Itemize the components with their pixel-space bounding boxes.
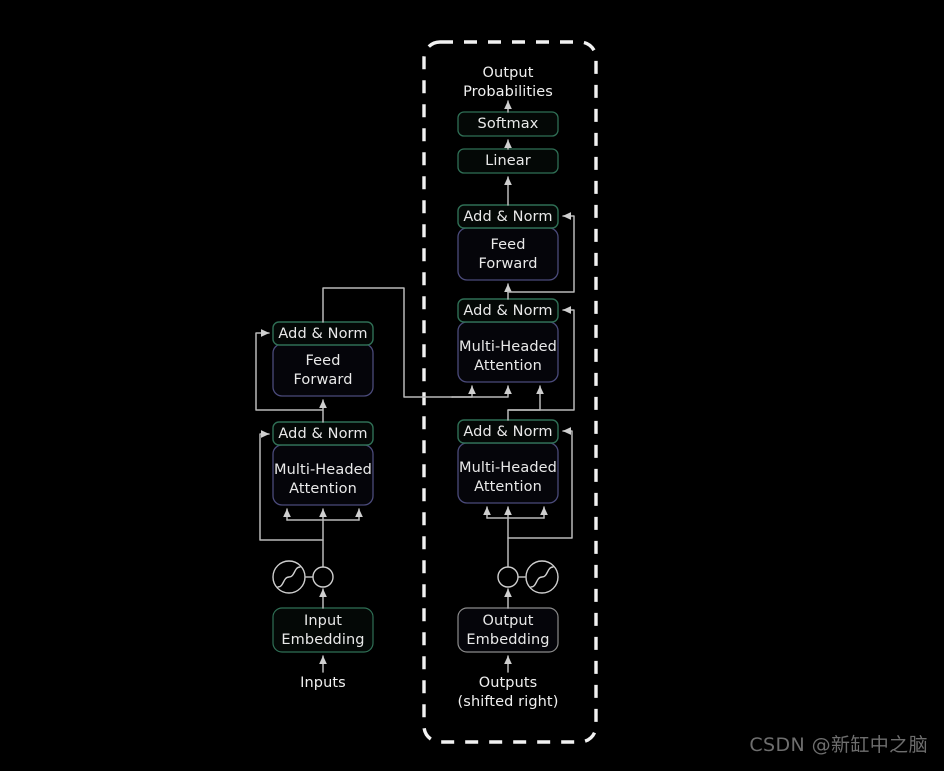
block-dec-add-norm-1 [457, 419, 559, 444]
block-dec-add-norm-2 [457, 298, 559, 323]
positional-encoding-decoder [497, 560, 559, 594]
block-dec-embedding [457, 607, 559, 653]
transformer-architecture-svg [255, 40, 598, 744]
positional-encoding-decoder-sine-wave [530, 566, 554, 588]
sum-node-decoder [497, 566, 519, 588]
block-dec-linear [457, 148, 559, 174]
block-enc-feed-forward [272, 343, 374, 397]
positional-encoding-encoder [272, 560, 334, 594]
block-dec-feed-forward [457, 227, 559, 281]
block-dec-softmax [457, 111, 559, 137]
sum-node-encoder [312, 566, 334, 588]
csdn-watermark: CSDN @新缸中之脑 [749, 734, 928, 756]
wire-dec-an1-to-cross [507, 385, 544, 421]
block-enc-embedding [272, 607, 374, 653]
block-enc-self-attn [272, 444, 374, 506]
block-dec-cross-attn [457, 321, 559, 383]
wire-enc-to-cross-v [451, 385, 512, 398]
block-enc-add-norm-1 [272, 421, 374, 446]
diagram-canvas: Output Probabilities Softmax Linear Add … [0, 0, 944, 771]
block-dec-add-norm-3 [457, 204, 559, 229]
block-dec-self-attn [457, 442, 559, 504]
block-enc-add-norm-2 [272, 321, 374, 346]
wire-enc-to-cross-k [451, 385, 476, 398]
positional-encoding-encoder-sine-wave [277, 566, 301, 588]
